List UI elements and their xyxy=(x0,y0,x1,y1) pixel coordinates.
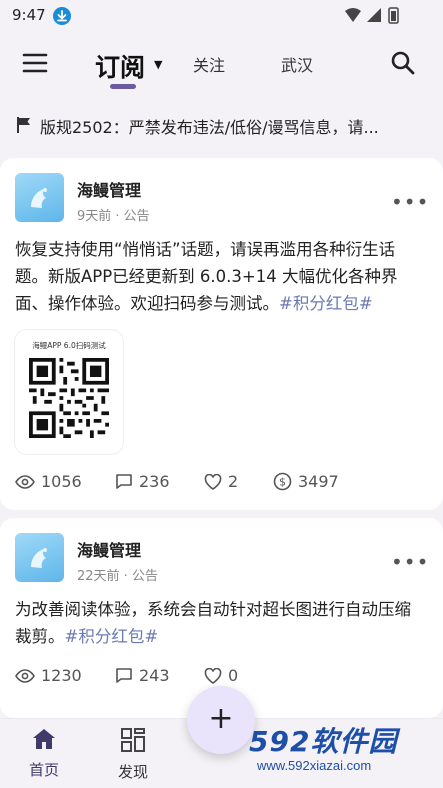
home-icon xyxy=(33,729,55,749)
wifi-icon xyxy=(345,8,361,22)
active-tab-indicator xyxy=(110,84,136,89)
status-time: 9:47 xyxy=(12,6,46,24)
hashtag-link[interactable]: #积分红包# xyxy=(65,627,159,646)
notice-text: 版规2502：严禁发布违法/低俗/谩骂信息，请... xyxy=(40,118,379,137)
flag-icon xyxy=(16,116,32,138)
signal-icon xyxy=(367,8,381,22)
tab-follow[interactable]: 关注 xyxy=(193,52,225,76)
likes-count: 0 xyxy=(228,666,239,685)
comments-stat[interactable]: 243 xyxy=(115,666,170,685)
nav-item-discover[interactable]: 发现 xyxy=(103,727,163,782)
app-bar: 订阅 ▼ 关注 武汉 xyxy=(0,32,443,100)
heart-icon xyxy=(204,473,222,490)
status-indicators xyxy=(343,6,413,30)
more-options-icon[interactable]: ••• xyxy=(391,190,429,214)
tab-subscribe[interactable]: 订阅 xyxy=(95,48,145,84)
views-stat: 1230 xyxy=(15,666,82,685)
coins-count: 3497 xyxy=(298,472,339,491)
comments-count: 236 xyxy=(139,472,170,491)
watermark-url: www.592xiazai.com xyxy=(257,758,372,773)
download-icon xyxy=(53,7,71,25)
heart-icon xyxy=(204,667,222,684)
post-author[interactable]: 海鳗管理 xyxy=(77,537,141,561)
comment-icon xyxy=(116,474,132,489)
nav-label-discover: 发现 xyxy=(117,763,148,781)
post-author[interactable]: 海鳗管理 xyxy=(77,177,141,201)
post-body[interactable]: 恢复支持使用“悄悄话”话题，请误再滥用各种衍生话题。新版APP已经更新到 6.0… xyxy=(15,236,427,317)
post-meta: 9天前 · 公告 xyxy=(77,209,150,224)
views-count: 1230 xyxy=(41,666,82,685)
caret-down-icon[interactable]: ▼ xyxy=(154,58,162,71)
status-bar: 9:47 xyxy=(0,0,443,32)
views-count: 1056 xyxy=(41,472,82,491)
dollar-coin-icon: $ xyxy=(273,472,292,491)
post-image-qr[interactable]: 海鳗APP 6.0扫码测试 xyxy=(15,330,123,454)
post-body[interactable]: 为改善阅读体验，系统会自动针对超长图进行自动压缩裁剪。#积分红包# xyxy=(15,596,427,650)
post-stats: 1056 236 2 $ 3497 xyxy=(15,472,435,496)
eye-icon xyxy=(15,668,35,683)
more-options-icon[interactable]: ••• xyxy=(391,550,429,574)
coins-stat[interactable]: $ 3497 xyxy=(273,472,339,491)
watermark-logo: 592软件园 www.592xiazai.com xyxy=(243,712,443,788)
avatar[interactable] xyxy=(15,173,64,222)
watermark-brand: 592软件园 xyxy=(249,725,398,758)
notice-bar[interactable]: 版规2502：严禁发布违法/低俗/谩骂信息，请... xyxy=(0,100,443,150)
comment-icon xyxy=(116,668,132,683)
nav-item-home[interactable]: 首页 xyxy=(14,727,74,780)
search-icon[interactable] xyxy=(390,50,416,76)
views-stat: 1056 xyxy=(15,472,82,491)
menu-icon[interactable] xyxy=(22,52,48,74)
avatar[interactable] xyxy=(15,533,64,582)
qr-code-image xyxy=(29,358,109,438)
likes-count: 2 xyxy=(228,472,239,491)
eye-icon xyxy=(15,474,35,489)
comments-count: 243 xyxy=(139,666,170,685)
likes-stat[interactable]: 0 xyxy=(204,666,238,685)
post-card[interactable]: 海鳗管理 9天前 · 公告 ••• 恢复支持使用“悄悄话”话题，请误再滥用各种衍… xyxy=(0,158,443,510)
qr-caption: 海鳗APP 6.0扫码测试 xyxy=(32,341,106,350)
grid-icon xyxy=(121,728,145,752)
nav-label-home: 首页 xyxy=(28,761,59,779)
comments-stat[interactable]: 236 xyxy=(115,472,170,491)
tab-wuhan[interactable]: 武汉 xyxy=(281,52,313,76)
hashtag-link[interactable]: #积分红包# xyxy=(279,294,373,313)
svg-text:$: $ xyxy=(279,476,286,489)
likes-stat[interactable]: 2 xyxy=(204,472,238,491)
post-meta: 22天前 · 公告 xyxy=(77,569,158,584)
